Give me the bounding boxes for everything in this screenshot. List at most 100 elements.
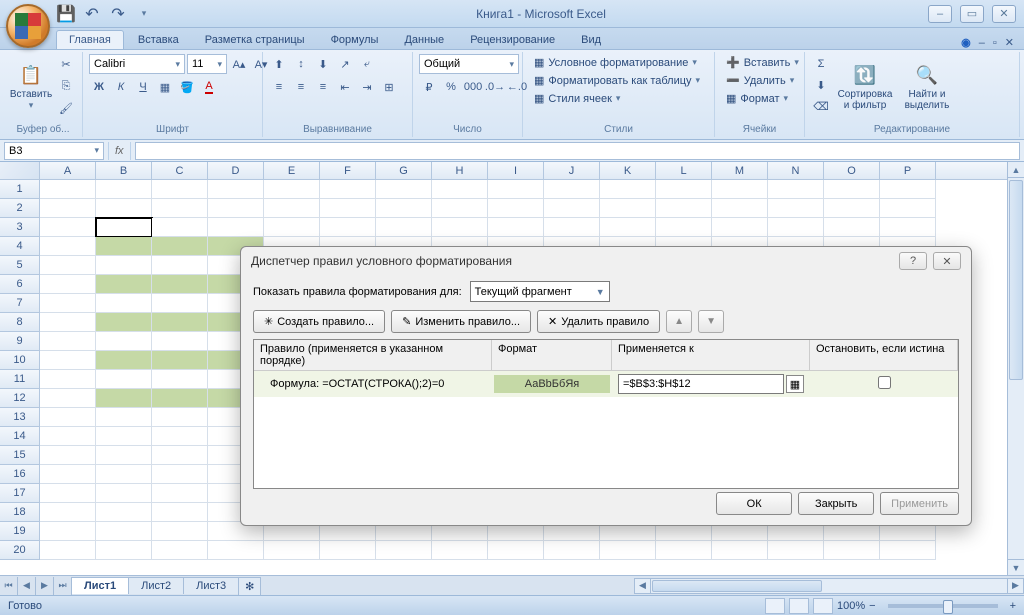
cell[interactable]: [96, 218, 152, 237]
qat-redo-button[interactable]: ↷: [108, 4, 128, 24]
cell[interactable]: [152, 199, 208, 218]
column-header[interactable]: I: [488, 162, 544, 179]
range-select-icon[interactable]: ▦: [786, 375, 804, 393]
find-select-button[interactable]: 🔍 Найти и выделить: [899, 54, 955, 118]
cell[interactable]: [40, 313, 96, 332]
minimize-button[interactable]: –: [928, 5, 952, 23]
clear-button[interactable]: ⌫: [811, 96, 831, 116]
column-header[interactable]: C: [152, 162, 208, 179]
cell[interactable]: [152, 294, 208, 313]
sheet-nav-prev[interactable]: ◀: [18, 577, 36, 595]
column-header[interactable]: J: [544, 162, 600, 179]
cell[interactable]: [96, 465, 152, 484]
row-header[interactable]: 7: [0, 294, 40, 313]
delete-cells-button[interactable]: ➖Удалить▾: [721, 72, 799, 89]
cell[interactable]: [96, 522, 152, 541]
cell[interactable]: [40, 389, 96, 408]
font-name-combo[interactable]: Calibri▾: [89, 54, 185, 74]
row-header[interactable]: 6: [0, 275, 40, 294]
merge-button[interactable]: ⊞: [379, 77, 399, 97]
cell[interactable]: [40, 180, 96, 199]
conditional-formatting-button[interactable]: ▦Условное форматирование▾: [529, 54, 702, 71]
decrease-indent-button[interactable]: ⇤: [335, 77, 355, 97]
align-center-button[interactable]: ≡: [291, 77, 311, 97]
tab-formulas[interactable]: Формулы: [319, 31, 391, 49]
currency-button[interactable]: ₽: [419, 77, 439, 97]
ok-button[interactable]: ОК: [716, 492, 792, 515]
cell[interactable]: [40, 218, 96, 237]
cell[interactable]: [152, 427, 208, 446]
row-header[interactable]: 12: [0, 389, 40, 408]
show-rules-for-select[interactable]: Текущий фрагмент▼: [470, 281, 610, 302]
cell[interactable]: [152, 275, 208, 294]
cell[interactable]: [264, 180, 320, 199]
cell[interactable]: [320, 199, 376, 218]
cell[interactable]: [264, 199, 320, 218]
tab-review[interactable]: Рецензирование: [458, 31, 567, 49]
tab-data[interactable]: Данные: [392, 31, 456, 49]
cell[interactable]: [152, 180, 208, 199]
increase-font-button[interactable]: A▴: [229, 54, 249, 74]
doc-restore-icon[interactable]: ▫: [993, 37, 997, 49]
cell[interactable]: [824, 180, 880, 199]
cell[interactable]: [40, 503, 96, 522]
row-header[interactable]: 11: [0, 370, 40, 389]
qat-save-button[interactable]: 💾: [56, 4, 76, 24]
increase-indent-button[interactable]: ⇥: [357, 77, 377, 97]
tab-pagelayout[interactable]: Разметка страницы: [193, 31, 317, 49]
qat-undo-button[interactable]: ↶: [82, 4, 102, 24]
cell[interactable]: [600, 218, 656, 237]
cell[interactable]: [40, 446, 96, 465]
cell[interactable]: [656, 541, 712, 560]
cell[interactable]: [488, 218, 544, 237]
cell[interactable]: [152, 313, 208, 332]
cell[interactable]: [40, 427, 96, 446]
cell[interactable]: [880, 541, 936, 560]
column-header[interactable]: P: [880, 162, 936, 179]
move-up-button[interactable]: ▲: [666, 310, 692, 333]
cell[interactable]: [96, 199, 152, 218]
stop-if-true-checkbox[interactable]: [878, 376, 891, 389]
italic-button[interactable]: К: [111, 77, 131, 97]
cell[interactable]: [40, 541, 96, 560]
cut-button[interactable]: ✂: [56, 54, 76, 74]
column-header[interactable]: H: [432, 162, 488, 179]
column-header[interactable]: E: [264, 162, 320, 179]
cell[interactable]: [40, 408, 96, 427]
cell[interactable]: [40, 465, 96, 484]
cell[interactable]: [96, 541, 152, 560]
cell[interactable]: [824, 218, 880, 237]
row-header[interactable]: 1: [0, 180, 40, 199]
maximize-button[interactable]: ▭: [960, 5, 984, 23]
cell[interactable]: [768, 541, 824, 560]
row-header[interactable]: 19: [0, 522, 40, 541]
border-button[interactable]: ▦: [155, 77, 175, 97]
tab-insert[interactable]: Вставка: [126, 31, 191, 49]
cell[interactable]: [488, 541, 544, 560]
cell[interactable]: [40, 484, 96, 503]
edit-rule-button[interactable]: ✎Изменить правило...: [391, 310, 531, 333]
column-header[interactable]: M: [712, 162, 768, 179]
cell[interactable]: [544, 199, 600, 218]
cell[interactable]: [656, 199, 712, 218]
cell[interactable]: [96, 313, 152, 332]
paste-button[interactable]: 📋 Вставить ▾: [10, 54, 52, 118]
row-header[interactable]: 13: [0, 408, 40, 427]
cell[interactable]: [712, 218, 768, 237]
cell[interactable]: [824, 541, 880, 560]
cell[interactable]: [96, 484, 152, 503]
cell[interactable]: [432, 180, 488, 199]
cell[interactable]: [208, 199, 264, 218]
align-top-button[interactable]: ⬆: [269, 54, 289, 74]
cell[interactable]: [152, 484, 208, 503]
cell[interactable]: [40, 522, 96, 541]
row-header[interactable]: 2: [0, 199, 40, 218]
name-box[interactable]: B3▾: [4, 142, 104, 160]
cell[interactable]: [712, 199, 768, 218]
cell[interactable]: [40, 370, 96, 389]
fillcolor-button[interactable]: 🪣: [177, 77, 197, 97]
row-header[interactable]: 8: [0, 313, 40, 332]
column-header[interactable]: D: [208, 162, 264, 179]
column-header[interactable]: F: [320, 162, 376, 179]
cell[interactable]: [600, 541, 656, 560]
